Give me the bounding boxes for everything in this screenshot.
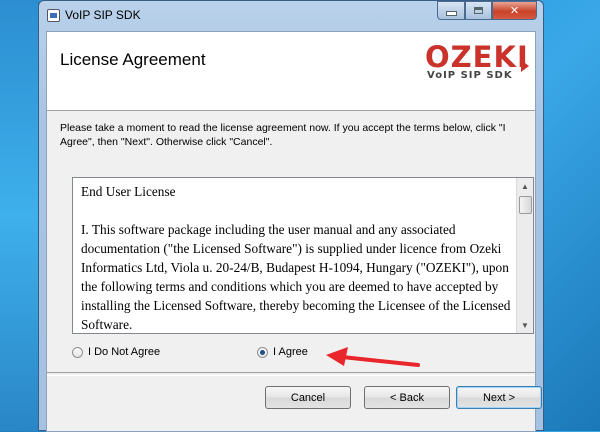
- logo-subtitle: VoIP SIP SDK: [427, 70, 513, 81]
- license-content: End User License I. This software packag…: [81, 182, 513, 333]
- installer-window: VoIP SIP SDK ✕ License Agreement OZEKI V…: [38, 0, 544, 432]
- window-title: VoIP SIP SDK: [65, 8, 141, 22]
- instructions-text: Please take a moment to read the license…: [60, 122, 506, 148]
- cancel-button[interactable]: Cancel: [265, 386, 351, 409]
- logo-arrow-icon: [521, 60, 529, 72]
- license-heading: End User License: [81, 184, 176, 199]
- scroll-thumb[interactable]: [519, 196, 532, 214]
- radio-agree-label: I Agree: [273, 346, 308, 358]
- desktop-background: [0, 0, 42, 431]
- logo-wordmark: OZEKI: [425, 40, 529, 74]
- license-text-box[interactable]: End User License I. This software packag…: [72, 177, 534, 334]
- minimize-button[interactable]: [437, 1, 465, 20]
- scroll-down-icon[interactable]: ▼: [517, 317, 533, 333]
- header-band: License Agreement OZEKI VoIP SIP SDK: [47, 32, 535, 111]
- radio-do-not-agree-label: I Do Not Agree: [88, 346, 161, 358]
- license-paragraph: I. This software package including the u…: [81, 222, 511, 332]
- next-button[interactable]: Next >: [456, 386, 542, 409]
- back-button[interactable]: < Back: [364, 386, 450, 409]
- dialog-client-area: License Agreement OZEKI VoIP SIP SDK Ple…: [46, 31, 542, 432]
- close-icon: ✕: [509, 5, 520, 17]
- radio-button-unchecked[interactable]: [72, 346, 83, 358]
- title-bar[interactable]: VoIP SIP SDK ✕: [39, 1, 543, 31]
- maximize-icon: [474, 7, 483, 14]
- installer-app-icon[interactable]: [47, 9, 60, 22]
- radio-do-not-agree[interactable]: I Do Not Agree: [72, 346, 160, 358]
- maximize-button[interactable]: [465, 1, 492, 20]
- footer-divider: [47, 372, 535, 376]
- radio-agree[interactable]: I Agree: [257, 346, 308, 358]
- license-scrollbar[interactable]: ▲ ▼: [516, 178, 533, 333]
- ozeki-logo: OZEKI VoIP SIP SDK: [425, 40, 530, 84]
- red-annotation-arrow-icon: [326, 347, 420, 367]
- page-title: License Agreement: [60, 50, 206, 69]
- scroll-up-icon[interactable]: ▲: [517, 178, 533, 194]
- close-button[interactable]: ✕: [492, 1, 537, 20]
- radio-button-checked[interactable]: [257, 346, 268, 358]
- minimize-icon: [445, 11, 457, 16]
